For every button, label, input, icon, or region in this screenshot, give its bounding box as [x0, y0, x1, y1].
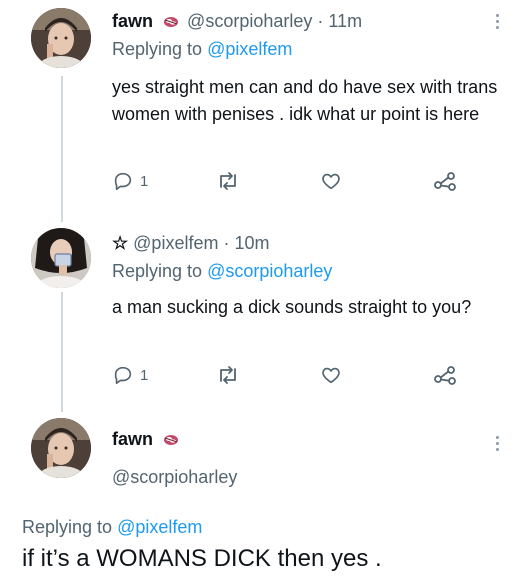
- focal-name-row: fawn: [112, 428, 182, 453]
- avatar[interactable]: [31, 418, 91, 478]
- handle[interactable]: @scorpioharley: [112, 466, 237, 488]
- heart-icon: [322, 173, 340, 190]
- display-name[interactable]: fawn: [112, 11, 153, 31]
- replying-to-handle[interactable]: @scorpioharley: [207, 261, 332, 281]
- retweet-icon: [220, 172, 236, 190]
- separator: ·: [317, 11, 324, 31]
- timestamp[interactable]: 10m: [235, 233, 270, 253]
- star-icon: ☆: [112, 233, 129, 253]
- tweet-text: yes straight men can and do have sex wit…: [112, 77, 498, 124]
- tweet-header: fawn @scorpioharley · 11m: [112, 10, 362, 35]
- replying-to: Replying to @scorpioharley: [112, 260, 332, 282]
- reply-icon: [114, 172, 132, 191]
- avatar-photo: [31, 228, 91, 288]
- avatar[interactable]: [31, 8, 91, 68]
- more-icon[interactable]: [494, 14, 500, 34]
- timestamp[interactable]: 11m: [328, 11, 362, 31]
- share-button[interactable]: [432, 168, 458, 194]
- replying-to: Replying to @pixelfem: [22, 516, 202, 538]
- retweet-icon: [220, 366, 236, 384]
- share-icon: [434, 172, 456, 191]
- replying-to: Replying to @pixelfem: [112, 38, 292, 60]
- reply-icon: [114, 366, 132, 385]
- share-button[interactable]: [432, 362, 458, 388]
- tweet-text: if it’s a WOMANS DICK then yes .: [22, 545, 382, 572]
- like-button[interactable]: [320, 362, 342, 388]
- reply-button[interactable]: 1: [112, 168, 148, 194]
- like-button[interactable]: [320, 168, 342, 194]
- tweet-actions: 1: [112, 362, 472, 388]
- tweet-actions: 1: [112, 168, 472, 194]
- reply-count: 1: [140, 366, 149, 384]
- separator: ·: [223, 233, 230, 253]
- retweet-button[interactable]: [216, 168, 240, 194]
- replying-prefix: Replying to: [22, 517, 113, 537]
- avatar[interactable]: [31, 228, 91, 288]
- replying-to-handle[interactable]: @pixelfem: [207, 39, 292, 59]
- replying-prefix: Replying to: [112, 261, 203, 281]
- name-emoji-icon: [162, 430, 180, 453]
- tweet-header: ☆ @pixelfem · 10m: [112, 232, 270, 254]
- more-icon[interactable]: [494, 436, 500, 456]
- avatar-photo: [31, 8, 91, 68]
- avatar-photo: [31, 418, 91, 478]
- thread-line: [61, 76, 63, 222]
- tweet-text: a man sucking a dick sounds straight to …: [112, 297, 472, 317]
- handle[interactable]: @scorpioharley: [187, 11, 312, 31]
- retweet-button[interactable]: [216, 362, 240, 388]
- replying-prefix: Replying to: [112, 39, 203, 59]
- display-name[interactable]: fawn: [112, 429, 153, 449]
- heart-icon: [322, 367, 340, 384]
- reply-count: 1: [140, 172, 149, 190]
- replying-to-handle[interactable]: @pixelfem: [117, 517, 202, 537]
- reply-button[interactable]: 1: [112, 362, 148, 388]
- thread-line: [61, 292, 63, 412]
- name-emoji-icon: [162, 12, 180, 35]
- share-icon: [434, 366, 456, 385]
- handle[interactable]: @pixelfem: [133, 233, 218, 253]
